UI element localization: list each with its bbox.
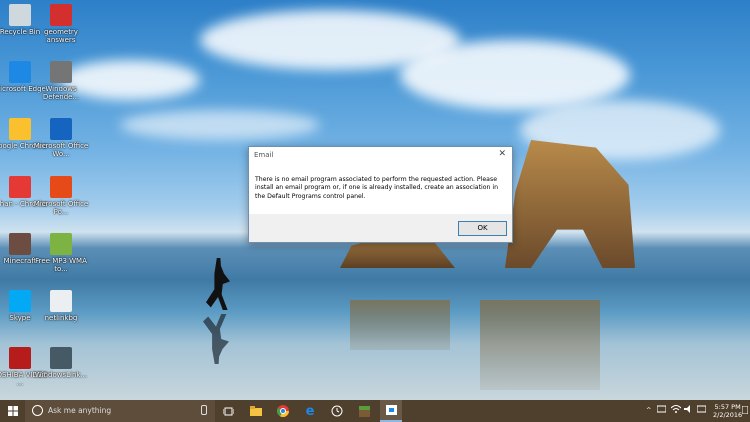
cortana-search-box[interactable]: Ask me anything <box>25 400 215 422</box>
recycle-bin-icon <box>9 4 31 26</box>
search-placeholder: Ask me anything <box>48 406 112 415</box>
clock-time: 5:57 PM <box>714 403 741 411</box>
pdf-icon <box>50 4 72 26</box>
desktop-icon-label: Microsoft Office Wo... <box>33 142 89 158</box>
start-button[interactable] <box>0 400 25 422</box>
file-explorer-icon[interactable] <box>246 400 266 422</box>
windows-logo-icon <box>7 406 18 416</box>
minecraft-icon <box>9 233 31 255</box>
audio-converter-icon <box>50 233 72 255</box>
clock[interactable]: 5:57 PM 2/2/2016 <box>713 403 742 419</box>
wifi-icon[interactable] <box>670 405 682 415</box>
email-error-dialog: Email ✕ There is no email program associ… <box>248 146 513 243</box>
volume-icon[interactable] <box>684 405 693 415</box>
task-view-icon[interactable] <box>218 400 238 422</box>
desktop-icon[interactable]: netlinkbg <box>31 290 91 322</box>
cloud <box>400 40 630 110</box>
defender-icon <box>50 61 72 83</box>
powerpoint-icon <box>50 176 72 198</box>
desktop-icon-label: WindowsLink... <box>34 371 88 379</box>
desktop-icon-label: Microsoft Office Po... <box>33 200 89 216</box>
edge-icon[interactable]: e <box>300 400 320 422</box>
edge-icon <box>9 61 31 83</box>
dialog-message: There is no email program associated to … <box>255 176 499 200</box>
chrome-icon <box>9 176 31 198</box>
cloud <box>120 110 320 140</box>
dialog-title: Email <box>254 151 274 159</box>
taskbar: Ask me anything e ^ 5:57 PM 2/2/2016 <box>0 400 750 422</box>
network-icon[interactable] <box>656 405 667 415</box>
text-file-icon <box>50 290 72 312</box>
word-icon <box>50 118 72 140</box>
skype-icon <box>9 290 31 312</box>
close-icon[interactable]: ✕ <box>498 149 506 159</box>
keyboard-icon[interactable] <box>696 405 707 415</box>
ok-button[interactable]: OK <box>458 221 507 236</box>
minecraft-icon[interactable] <box>354 400 374 422</box>
rock-reflection <box>350 300 450 350</box>
cortana-icon <box>32 405 43 416</box>
desktop-icon[interactable]: WindowsLink... <box>31 347 91 379</box>
rock-reflection <box>480 300 600 390</box>
notification-center-icon[interactable] <box>741 405 749 416</box>
toshiba-video-icon <box>9 347 31 369</box>
desktop-icon-label: netlinkbg <box>44 314 78 322</box>
desktop-icon[interactable]: Windows Defende... <box>31 61 91 101</box>
desktop-icon[interactable]: Microsoft Office Wo... <box>31 118 91 158</box>
runner-reflection <box>203 314 229 364</box>
chrome-icon <box>9 118 31 140</box>
shortcut-icon <box>50 347 72 369</box>
microphone-icon[interactable] <box>201 405 207 415</box>
desktop-icon-label: Windows Defende... <box>42 85 80 101</box>
dialog-footer: OK <box>249 214 512 242</box>
chrome-icon[interactable] <box>273 400 293 422</box>
desktop-icon[interactable]: geometry answers <box>31 4 91 44</box>
desktop-icon[interactable]: Free MP3 WMA to... <box>31 233 91 273</box>
alarm-icon[interactable] <box>327 400 347 422</box>
desktop-background: Recycle Bingeometry answersMicrosoft Edg… <box>0 0 750 400</box>
runner-silhouette <box>206 258 230 310</box>
desktop-icon[interactable]: Microsoft Office Po... <box>31 176 91 216</box>
chevron-up-icon[interactable]: ^ <box>646 406 651 414</box>
desktop-icon-label: Free MP3 WMA to... <box>35 257 87 273</box>
clock-date: 2/2/2016 <box>713 411 743 419</box>
store-icon[interactable] <box>380 400 402 422</box>
desktop-icon-label: geometry answers <box>44 28 78 44</box>
